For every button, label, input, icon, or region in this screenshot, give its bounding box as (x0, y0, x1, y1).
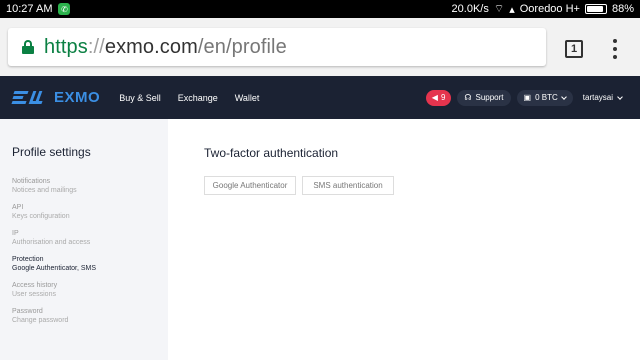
site-header: EXMO Buy & Sell Exchange Wallet ◀ 9 ☊ Su… (0, 76, 640, 119)
balance-label: 0 BTC (535, 93, 558, 102)
sidebar-item-ip[interactable]: IP Authorisation and access (12, 229, 168, 247)
sidebar-item-api[interactable]: API Keys configuration (12, 203, 168, 221)
sidebar-title: Profile settings (12, 145, 91, 159)
battery-icon (584, 4, 607, 14)
sidebar-item-access-history[interactable]: Access history User sessions (12, 281, 168, 299)
sidebar-item-password[interactable]: Password Change password (12, 307, 168, 325)
auth-method-tabs: Google Authenticator SMS authentication (204, 176, 394, 195)
wifi-icon: ⌔ (493, 3, 505, 15)
header-actions: ◀ 9 ☊ Support ▣ 0 BTC tartaysai (425, 89, 640, 106)
page-title: Two-factor authentication (204, 146, 339, 160)
carrier-label: Ooredoo H+ (519, 3, 580, 15)
battery-percent: 88% (611, 3, 634, 15)
user-menu[interactable]: tartaysai (579, 93, 626, 102)
exmo-logo[interactable]: EXMO (11, 89, 101, 106)
notifications-button[interactable]: ◀ 9 (425, 89, 452, 106)
status-right: 20.0K/s ⌔ ▴ Ooredoo H+ 88% (452, 2, 634, 16)
headset-icon: ☊ (464, 93, 472, 102)
status-bar: 10:27 AM ✆ 20.0K/s ⌔ ▴ Ooredoo H+ 88% (0, 0, 640, 18)
logo-text: EXMO (54, 89, 101, 106)
megaphone-icon: ◀ (431, 93, 438, 102)
chevron-down-icon (560, 93, 567, 100)
sidebar-item-notifications[interactable]: Notifications Notices and mailings (12, 177, 168, 195)
whatsapp-icon: ✆ (58, 3, 71, 15)
exmo-logo-mark-icon (11, 90, 48, 105)
username: tartaysai (582, 93, 613, 102)
nav-wallet[interactable]: Wallet (235, 93, 260, 103)
chevron-down-icon (617, 93, 623, 100)
support-label: Support (475, 93, 504, 102)
tab-google-authenticator[interactable]: Google Authenticator (204, 176, 296, 195)
url-text[interactable]: https://exmo.com/en/profile (44, 36, 287, 59)
network-speed: 20.0K/s (451, 3, 489, 15)
nav-buy-sell[interactable]: Buy & Sell (119, 93, 161, 103)
main-content: Two-factor authentication Google Authent… (168, 119, 640, 360)
browser-menu-icon[interactable] (612, 39, 618, 59)
balance-dropdown[interactable]: ▣ 0 BTC (516, 89, 573, 106)
lock-icon (22, 40, 34, 54)
profile-sidebar: Profile settings Notifications Notices a… (0, 119, 168, 360)
address-bar[interactable]: https://exmo.com/en/profile (8, 28, 546, 66)
tab-sms-authentication[interactable]: SMS authentication (302, 176, 394, 195)
wallet-icon: ▣ (523, 93, 532, 102)
status-time: 10:27 AM (6, 3, 53, 15)
main-nav: Buy & Sell Exchange Wallet (119, 93, 276, 103)
nav-exchange[interactable]: Exchange (178, 93, 218, 103)
browser-toolbar: https://exmo.com/en/profile 1 (0, 18, 640, 76)
signal-icon: ▴ (509, 3, 515, 16)
tab-switcher-button[interactable]: 1 (565, 40, 583, 58)
sidebar-item-protection[interactable]: Protection Google Authenticator, SMS (12, 255, 168, 273)
support-button[interactable]: ☊ Support (457, 89, 511, 106)
notifications-count: 9 (440, 93, 446, 102)
